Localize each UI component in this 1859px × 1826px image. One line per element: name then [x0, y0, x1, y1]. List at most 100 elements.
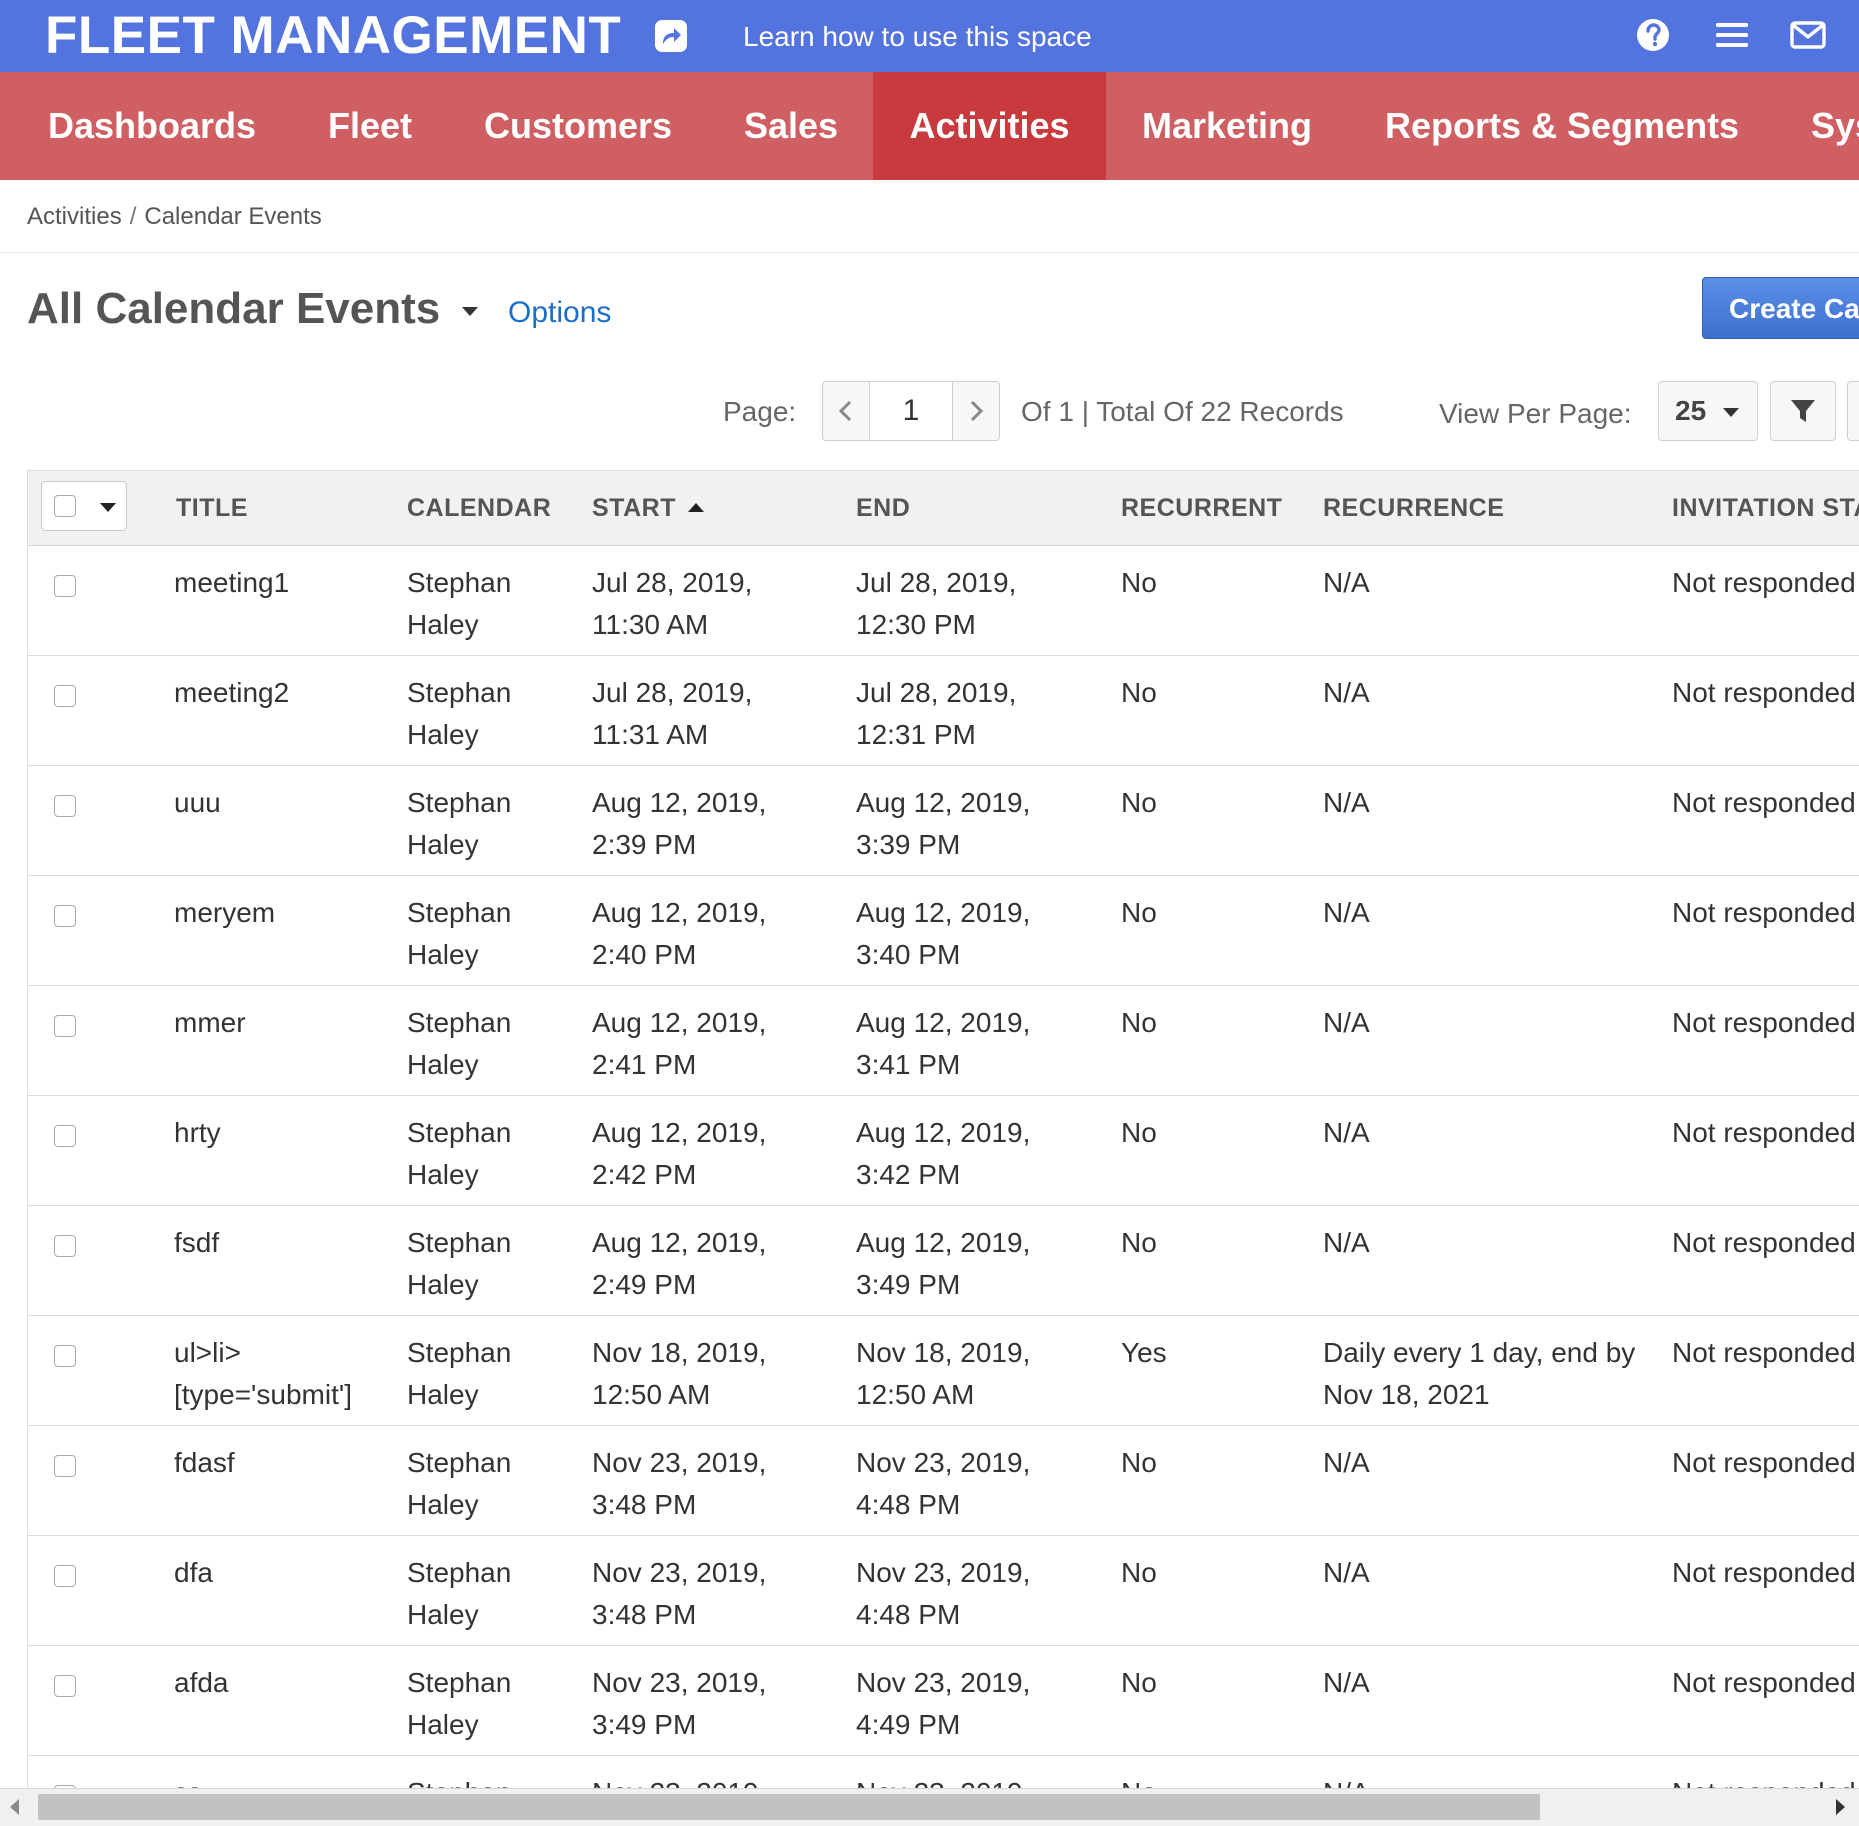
- cell-title[interactable]: uuu: [174, 782, 364, 824]
- cell-recurrence: N/A: [1323, 897, 1370, 928]
- cell-title[interactable]: ss: [174, 1772, 364, 1789]
- cell-recurrence: N/A: [1323, 567, 1370, 598]
- cell-recurrence: N/A: [1323, 1557, 1370, 1588]
- view-per-page-select[interactable]: 25: [1658, 381, 1758, 441]
- chevron-down-icon: [100, 503, 116, 512]
- table-row[interactable]: fdasf Stephan Haley Nov 23, 2019, 3:48 P…: [28, 1426, 1859, 1536]
- nav-customers[interactable]: Customers: [447, 72, 709, 180]
- previous-page-button[interactable]: [822, 381, 870, 441]
- mail-icon[interactable]: [1789, 16, 1827, 54]
- column-header-start[interactable]: START: [592, 471, 704, 545]
- column-header-recurrence[interactable]: RECURRENCE: [1323, 471, 1504, 545]
- menu-icon[interactable]: [1713, 16, 1751, 54]
- table-row[interactable]: afda Stephan Haley Nov 23, 2019, 3:49 PM…: [28, 1646, 1859, 1756]
- page-number-input[interactable]: [870, 381, 952, 441]
- cell-calendar: Stephan Haley: [407, 1337, 512, 1410]
- row-checkbox[interactable]: [54, 1675, 76, 1697]
- table-row[interactable]: meeting1 Stephan Haley Jul 28, 2019, 11:…: [28, 546, 1859, 656]
- table-row[interactable]: mmer Stephan Haley Aug 12, 2019, 2:41 PM…: [28, 986, 1859, 1096]
- cell-title[interactable]: fdasf: [174, 1442, 364, 1484]
- row-checkbox[interactable]: [54, 1455, 76, 1477]
- cell-calendar: Stephan Haley: [407, 1772, 547, 1789]
- help-icon[interactable]: [1634, 16, 1672, 54]
- next-page-button[interactable]: [952, 381, 1000, 441]
- row-checkbox[interactable]: [54, 1565, 76, 1587]
- cell-start: Nov 23, 2019, 3:49 PM: [592, 1772, 822, 1789]
- scroll-right-arrow-icon[interactable]: [1836, 1799, 1845, 1815]
- column-header-end[interactable]: END: [856, 471, 910, 545]
- nav-fleet[interactable]: Fleet: [291, 72, 449, 180]
- top-header: FLEET MANAGEMENT Learn how to use this s…: [0, 0, 1859, 72]
- view-selector-caret-icon[interactable]: [462, 307, 478, 316]
- table-row[interactable]: hrty Stephan Haley Aug 12, 2019, 2:42 PM…: [28, 1096, 1859, 1206]
- cell-end: Jul 28, 2019, 12:31 PM: [856, 677, 1017, 750]
- filter-button[interactable]: [1770, 381, 1836, 441]
- row-checkbox[interactable]: [54, 1235, 76, 1257]
- scroll-left-arrow-icon[interactable]: [10, 1799, 19, 1815]
- options-link[interactable]: Options: [508, 295, 611, 331]
- cell-title[interactable]: mmer: [174, 1002, 364, 1044]
- table-row[interactable]: meeting2 Stephan Haley Jul 28, 2019, 11:…: [28, 656, 1859, 766]
- share-icon[interactable]: [654, 19, 688, 53]
- row-checkbox[interactable]: [54, 1015, 76, 1037]
- nav-marketing[interactable]: Marketing: [1105, 72, 1349, 180]
- horizontal-scrollbar[interactable]: [0, 1788, 1859, 1826]
- cell-title[interactable]: hrty: [174, 1112, 364, 1154]
- cell-title[interactable]: afda: [174, 1662, 364, 1704]
- column-header-recurrent[interactable]: RECURRENT: [1121, 471, 1282, 545]
- row-checkbox[interactable]: [54, 795, 76, 817]
- cell-title[interactable]: dfa: [174, 1552, 364, 1594]
- table-row[interactable]: ul>li>[type='submit'] Stephan Haley Nov …: [28, 1316, 1859, 1426]
- cell-start: Aug 12, 2019, 2:49 PM: [592, 1227, 767, 1300]
- nav-sales[interactable]: Sales: [707, 72, 875, 180]
- app-title[interactable]: FLEET MANAGEMENT: [45, 6, 621, 66]
- cell-end: Nov 23, 2019, 4:49 PM: [856, 1667, 1031, 1740]
- cell-end: Nov 23, 2019, 4:48 PM: [856, 1447, 1031, 1520]
- learn-link[interactable]: Learn how to use this space: [743, 20, 1092, 54]
- total-records: Of 1 | Total Of 22 Records: [1021, 396, 1344, 427]
- cell-end: Nov 18, 2019, 12:50 AM: [856, 1337, 1031, 1410]
- bulk-select-dropdown[interactable]: [41, 481, 127, 531]
- row-checkbox[interactable]: [54, 905, 76, 927]
- cell-recurrence: N/A: [1323, 1227, 1370, 1258]
- nav-system[interactable]: Sys: [1774, 72, 1859, 180]
- chevron-right-icon: [970, 400, 984, 422]
- table-row[interactable]: dfa Stephan Haley Nov 23, 2019, 3:48 PM …: [28, 1536, 1859, 1646]
- cell-recurrence: N/A: [1323, 677, 1370, 708]
- cell-end: Nov 23, 2019, 4:48 PM: [856, 1557, 1031, 1630]
- column-header-title[interactable]: TITLE: [176, 471, 248, 545]
- create-calendar-event-button[interactable]: Create Ca: [1702, 277, 1859, 339]
- select-all-checkbox[interactable]: [54, 495, 76, 517]
- cell-title[interactable]: fsdf: [174, 1222, 364, 1264]
- cell-title[interactable]: ul>li>[type='submit']: [174, 1332, 364, 1416]
- scrollbar-thumb[interactable]: [38, 1794, 1540, 1820]
- row-checkbox[interactable]: [54, 1125, 76, 1147]
- row-checkbox[interactable]: [54, 1345, 76, 1367]
- cell-title[interactable]: meeting2: [174, 672, 364, 714]
- column-header-invitation-status[interactable]: INVITATION STA: [1672, 471, 1859, 545]
- cell-recurrent: No: [1121, 1117, 1157, 1148]
- settings-button[interactable]: [1847, 381, 1859, 441]
- table-row[interactable]: meryem Stephan Haley Aug 12, 2019, 2:40 …: [28, 876, 1859, 986]
- cell-title[interactable]: meryem: [174, 892, 364, 934]
- breadcrumb-activities[interactable]: Activities: [27, 203, 122, 230]
- calendar-events-table: TITLE CALENDAR START END RECURRENT RECUR…: [27, 470, 1859, 1789]
- page-title[interactable]: All Calendar Events: [27, 283, 440, 335]
- cell-start: Jul 28, 2019, 11:30 AM: [592, 567, 753, 640]
- cell-recurrent: No: [1121, 1447, 1157, 1478]
- table-row[interactable]: ss Stephan Haley Nov 23, 2019, 3:49 PM N…: [28, 1756, 1859, 1789]
- column-header-calendar[interactable]: CALENDAR: [407, 471, 551, 545]
- nav-dashboards[interactable]: Dashboards: [11, 72, 293, 180]
- table-row[interactable]: fsdf Stephan Haley Aug 12, 2019, 2:49 PM…: [28, 1206, 1859, 1316]
- nav-reports-segments[interactable]: Reports & Segments: [1348, 72, 1776, 180]
- cell-calendar: Stephan Haley: [407, 1007, 512, 1080]
- cell-start: Aug 12, 2019, 2:42 PM: [592, 1117, 767, 1190]
- cell-start: Nov 23, 2019, 3:49 PM: [592, 1667, 767, 1740]
- table-row[interactable]: uuu Stephan Haley Aug 12, 2019, 2:39 PM …: [28, 766, 1859, 876]
- header-divider: [0, 252, 1859, 253]
- cell-title[interactable]: meeting1: [174, 562, 364, 604]
- row-checkbox[interactable]: [54, 575, 76, 597]
- nav-activities[interactable]: Activities: [873, 72, 1106, 180]
- cell-invitation-status: Not responded: [1672, 787, 1856, 818]
- row-checkbox[interactable]: [54, 685, 76, 707]
